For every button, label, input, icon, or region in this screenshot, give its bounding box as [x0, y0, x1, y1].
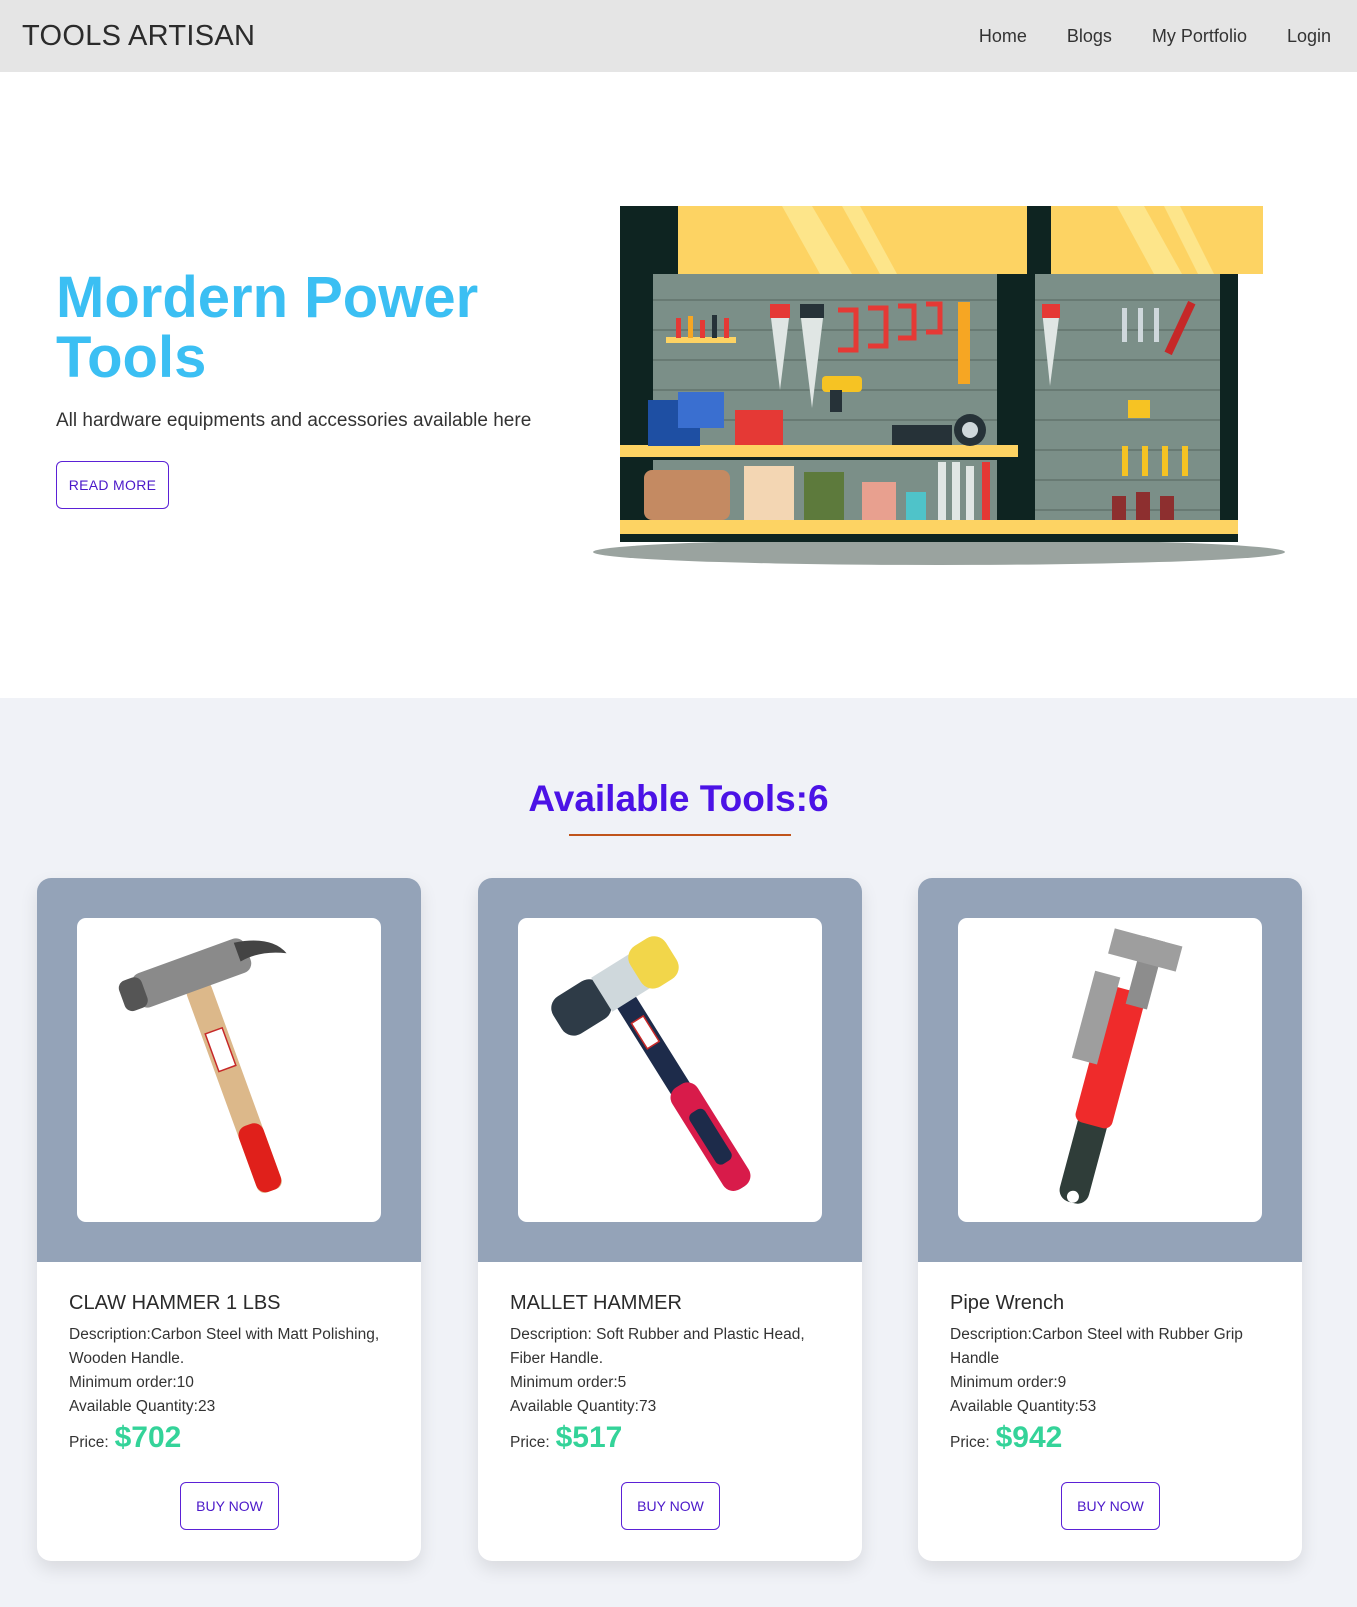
pipe-wrench-icon	[1059, 928, 1183, 1204]
tool-description: Description: Soft Rubber and Plastic Hea…	[510, 1326, 805, 1367]
nav-link-portfolio[interactable]: My Portfolio	[1152, 26, 1247, 47]
tool-image	[518, 918, 822, 1222]
tool-available-quantity: Available Quantity:23	[69, 1398, 216, 1415]
price-label: Price:	[69, 1434, 109, 1451]
tool-available-quantity: Available Quantity:53	[950, 1398, 1097, 1415]
card-body: CLAW HAMMER 1 LBS Description:Carbon Ste…	[69, 1292, 399, 1455]
tools-heading: Available Tools:6	[528, 778, 829, 819]
hero-subtitle: All hardware equipments and accessories …	[56, 410, 532, 431]
price-row: Price: $702	[69, 1421, 399, 1455]
nav-link-home[interactable]: Home	[979, 26, 1027, 47]
tool-image	[958, 918, 1262, 1222]
card-body: MALLET HAMMER Description: Soft Rubber a…	[510, 1292, 840, 1455]
nav-link-login[interactable]: Login	[1287, 26, 1331, 47]
buy-now-button[interactable]: BUY NOW	[180, 1482, 279, 1530]
card-image-frame	[478, 878, 862, 1262]
navbar: TOOLS ARTISAN Home Blogs My Portfolio Lo…	[0, 0, 1357, 72]
price-label: Price:	[950, 1434, 990, 1451]
tool-card: Pipe Wrench Description:Carbon Steel wit…	[918, 878, 1302, 1561]
tool-shop-illustration	[593, 206, 1285, 565]
tool-card: CLAW HAMMER 1 LBS Description:Carbon Ste…	[37, 878, 421, 1561]
tools-section: Available Tools:6 CLAW HAMMER 1 LBS Desc…	[0, 698, 1357, 1607]
price-value: $702	[114, 1421, 182, 1454]
buy-now-button[interactable]: BUY NOW	[621, 1482, 720, 1530]
card-image-frame	[918, 878, 1302, 1262]
tool-name: CLAW HAMMER 1 LBS	[69, 1292, 281, 1314]
brand-logo[interactable]: TOOLS ARTISAN	[22, 20, 255, 53]
mallet-hammer-icon	[551, 936, 751, 1191]
hero-title: Mordern Power Tools	[56, 265, 479, 390]
buy-now-button[interactable]: BUY NOW	[1061, 1482, 1160, 1530]
price-row: Price: $517	[510, 1421, 840, 1455]
tool-card: MALLET HAMMER Description: Soft Rubber a…	[478, 878, 862, 1561]
price-label: Price:	[510, 1434, 550, 1451]
tool-description: Description:Carbon Steel with Matt Polis…	[69, 1326, 380, 1367]
tool-name: Pipe Wrench	[950, 1292, 1065, 1314]
claw-hammer-icon	[118, 938, 287, 1193]
tool-min-order: Minimum order:10	[69, 1374, 194, 1391]
price-value: $517	[555, 1421, 623, 1454]
tool-image	[77, 918, 381, 1222]
tool-min-order: Minimum order:9	[950, 1374, 1067, 1391]
tool-name: MALLET HAMMER	[510, 1292, 682, 1314]
tool-description: Description:Carbon Steel with Rubber Gri…	[950, 1326, 1243, 1367]
tool-min-order: Minimum order:5	[510, 1374, 627, 1391]
hero-section: Mordern Power Tools All hardware equipme…	[0, 72, 1357, 698]
price-row: Price: $942	[950, 1421, 1280, 1455]
read-more-button[interactable]: READ MORE	[56, 461, 169, 509]
tool-available-quantity: Available Quantity:73	[510, 1398, 657, 1415]
card-body: Pipe Wrench Description:Carbon Steel wit…	[950, 1292, 1280, 1455]
heading-underline	[569, 834, 791, 836]
price-value: $942	[995, 1421, 1063, 1454]
nav-link-blogs[interactable]: Blogs	[1067, 26, 1112, 47]
nav-links: Home Blogs My Portfolio Login	[979, 26, 1331, 47]
card-image-frame	[37, 878, 421, 1262]
